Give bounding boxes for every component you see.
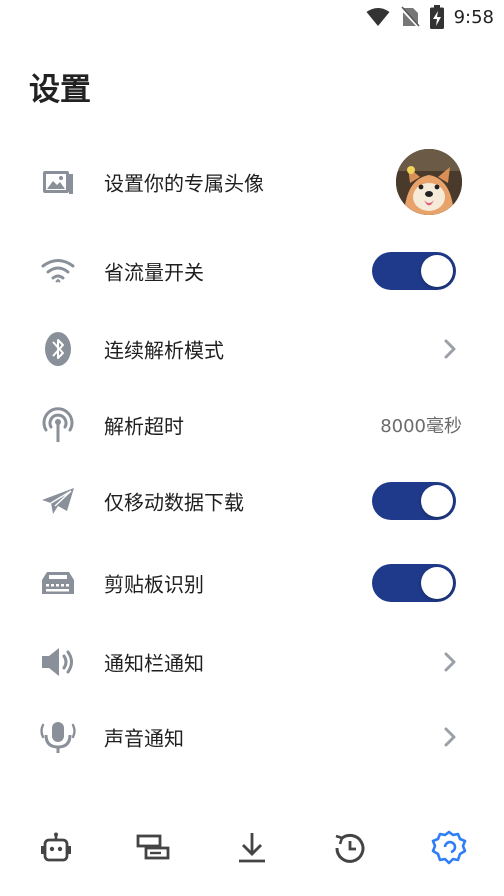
toggle-knob	[421, 567, 453, 599]
chevron-right-icon[interactable]	[440, 337, 460, 361]
mobile-download-toggle[interactable]	[372, 482, 456, 520]
battery-charging-icon	[429, 5, 444, 29]
page-title: 设置	[29, 72, 91, 108]
antenna-icon	[40, 407, 76, 443]
clipboard-toggle[interactable]	[372, 564, 456, 602]
speaker-icon	[40, 644, 76, 680]
bottom-navigation	[0, 818, 504, 882]
robot-icon	[41, 832, 71, 862]
status-bar: 9:58	[0, 0, 504, 36]
setting-label: 连续解析模式	[104, 338, 224, 363]
no-sim-icon	[399, 6, 420, 28]
keyboard-icon	[40, 565, 76, 601]
nav-tasks[interactable]	[133, 828, 173, 868]
toggle-knob	[421, 485, 453, 517]
nav-history[interactable]	[330, 828, 370, 868]
setting-row-notification-bar[interactable]: 通知栏通知	[0, 627, 504, 697]
setting-row-mobile-download[interactable]: 仅移动数据下载	[0, 466, 504, 536]
setting-row-clipboard[interactable]: 剪贴板识别	[0, 548, 504, 618]
nav-settings[interactable]	[429, 828, 469, 868]
setting-row-continuous-parse[interactable]: 连续解析模式	[0, 314, 504, 384]
setting-row-sound-notification[interactable]: 声音通知	[0, 702, 504, 772]
setting-row-data-saver[interactable]: 省流量开关	[0, 236, 504, 306]
microphone-icon	[40, 719, 76, 755]
avatar[interactable]	[396, 149, 462, 215]
setting-label: 仅移动数据下载	[104, 490, 244, 515]
setting-label: 省流量开关	[104, 260, 204, 285]
bluetooth-icon	[40, 331, 76, 367]
paper-plane-icon	[40, 483, 76, 519]
toggle-knob	[421, 255, 453, 287]
status-time: 9:58	[453, 6, 494, 28]
setting-label: 剪贴板识别	[104, 572, 204, 597]
setting-row-avatar[interactable]: 设置你的专属头像	[0, 147, 504, 217]
history-icon	[335, 833, 365, 863]
download-icon	[239, 833, 265, 863]
wifi-icon	[40, 253, 76, 289]
wifi-icon	[366, 8, 390, 26]
setting-label: 声音通知	[104, 726, 184, 751]
settings-gear-icon	[431, 830, 467, 865]
chevron-right-icon[interactable]	[440, 725, 460, 749]
image-icon	[40, 164, 76, 200]
data-saver-toggle[interactable]	[372, 252, 456, 290]
layers-icon	[136, 834, 170, 860]
nav-download[interactable]	[232, 828, 272, 868]
nav-robot[interactable]	[36, 828, 76, 868]
chevron-right-icon[interactable]	[440, 650, 460, 674]
setting-label: 设置你的专属头像	[104, 171, 264, 196]
timeout-value: 8000毫秒	[380, 416, 462, 437]
setting-label: 通知栏通知	[104, 651, 204, 676]
setting-label: 解析超时	[104, 414, 184, 439]
setting-row-parse-timeout[interactable]: 解析超时 8000毫秒	[0, 390, 504, 460]
